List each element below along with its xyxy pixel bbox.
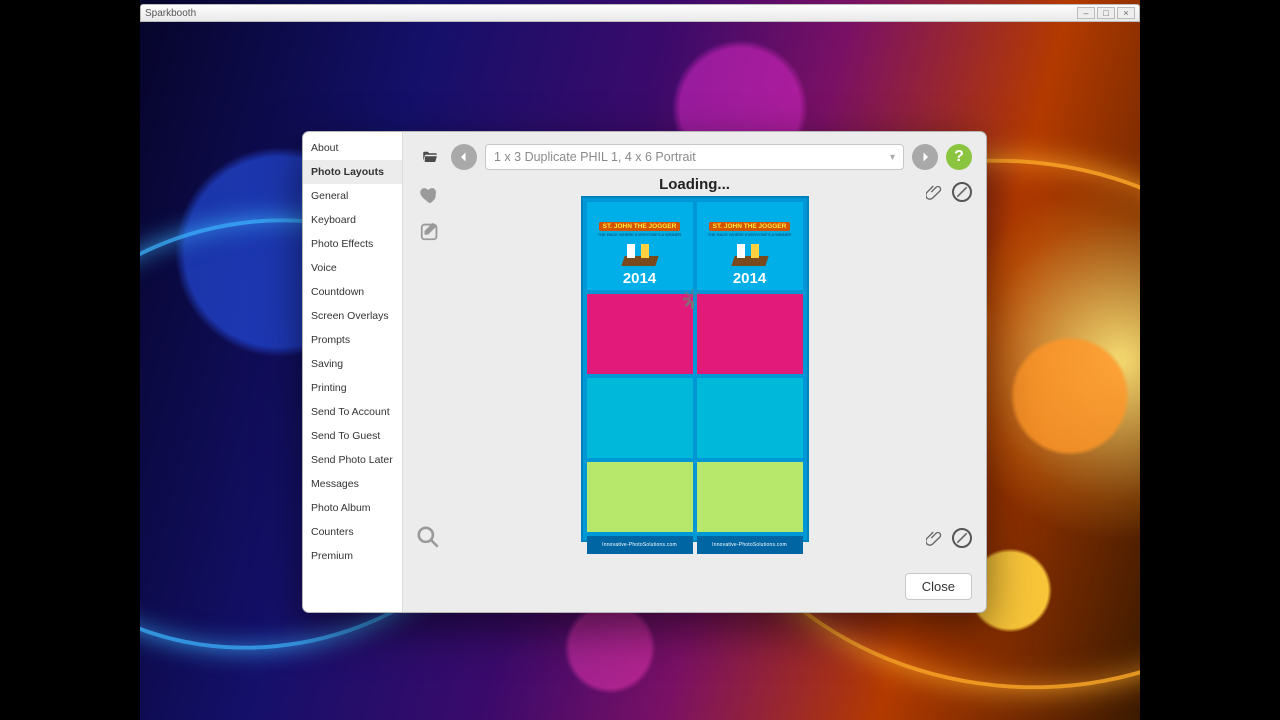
sidebar-item-counters[interactable]: Counters [303, 520, 402, 544]
preview-subtitle: THE RACE WHERE EVERYONE'S A WINNER [598, 232, 682, 237]
folder-open-icon[interactable] [417, 144, 443, 170]
sidebar-item-general[interactable]: General [303, 184, 402, 208]
preview-banner: ST. JOHN THE JOGGER [599, 222, 681, 231]
sidebar-item-voice[interactable]: Voice [303, 256, 402, 280]
preview-slot-2-right [697, 378, 803, 458]
clear-overlay-button[interactable] [952, 182, 972, 202]
preview-year: 2014 [623, 270, 656, 287]
sidebar-item-printing[interactable]: Printing [303, 376, 402, 400]
sidebar-item-send-photo-later[interactable]: Send Photo Later [303, 448, 402, 472]
titlebar[interactable]: Sparkbooth – □ × [140, 4, 1140, 22]
chevron-down-icon: ▾ [890, 152, 895, 163]
layout-select[interactable]: 1 x 3 Duplicate PHIL 1, 4 x 6 Portrait ▾ [485, 144, 904, 170]
sidebar-item-messages[interactable]: Messages [303, 472, 402, 496]
minimize-button[interactable]: – [1077, 7, 1095, 19]
search-button[interactable] [415, 524, 441, 555]
runner-illustration-icon [727, 240, 773, 268]
layout-side-tools [417, 182, 443, 244]
attach-overlay-button-2[interactable] [924, 528, 944, 548]
layout-preview: ST. JOHN THE JOGGER THE RACE WHERE EVERY… [581, 196, 809, 542]
close-button[interactable]: Close [905, 573, 972, 600]
preview-footer-left: Innovative-PhotoSolutions.com [587, 536, 693, 554]
edit-button[interactable] [417, 218, 443, 244]
clear-overlay-button-2[interactable] [952, 528, 972, 548]
sidebar-item-photo-album[interactable]: Photo Album [303, 496, 402, 520]
preview-footer-right: Innovative-PhotoSolutions.com [697, 536, 803, 554]
layout-panel: 1 x 3 Duplicate PHIL 1, 4 x 6 Portrait ▾… [403, 132, 986, 612]
maximize-button[interactable]: □ [1097, 7, 1115, 19]
sidebar-item-prompts[interactable]: Prompts [303, 328, 402, 352]
sidebar-item-photo-layouts[interactable]: Photo Layouts [303, 160, 402, 184]
preview-slot-3-right [697, 462, 803, 532]
runner-illustration-icon [617, 240, 663, 268]
letterbox-left [0, 0, 140, 720]
preview-header-right: ST. JOHN THE JOGGER THE RACE WHERE EVERY… [697, 202, 803, 290]
next-layout-button[interactable] [912, 144, 938, 170]
sidebar-item-photo-effects[interactable]: Photo Effects [303, 232, 402, 256]
letterbox-right [1140, 0, 1280, 720]
preview-slot-2-left [587, 378, 693, 458]
sidebar-item-countdown[interactable]: Countdown [303, 280, 402, 304]
preferences-sidebar: About Photo Layouts General Keyboard Pho… [303, 132, 403, 612]
preview-slot-1-left [587, 294, 693, 374]
preview-slot-3-left [587, 462, 693, 532]
sidebar-item-send-to-guest[interactable]: Send To Guest [303, 424, 402, 448]
loading-label: Loading... [659, 176, 730, 193]
preview-banner: ST. JOHN THE JOGGER [709, 222, 791, 231]
preferences-dialog: About Photo Layouts General Keyboard Pho… [302, 131, 987, 613]
sidebar-item-premium[interactable]: Premium [303, 544, 402, 568]
prev-layout-button[interactable] [451, 144, 477, 170]
help-button[interactable]: ? [946, 144, 972, 170]
close-window-button[interactable]: × [1117, 7, 1135, 19]
sidebar-item-screen-overlays[interactable]: Screen Overlays [303, 304, 402, 328]
attach-overlay-button[interactable] [924, 182, 944, 202]
favorite-button[interactable] [417, 182, 443, 208]
sidebar-item-about[interactable]: About [303, 136, 402, 160]
preview-header-left: ST. JOHN THE JOGGER THE RACE WHERE EVERY… [587, 202, 693, 290]
sidebar-item-send-to-account[interactable]: Send To Account [303, 400, 402, 424]
layout-select-value: 1 x 3 Duplicate PHIL 1, 4 x 6 Portrait [494, 150, 696, 164]
sidebar-item-keyboard[interactable]: Keyboard [303, 208, 402, 232]
preview-year: 2014 [733, 270, 766, 287]
layout-toolbar: 1 x 3 Duplicate PHIL 1, 4 x 6 Portrait ▾… [417, 144, 972, 170]
preview-subtitle: THE RACE WHERE EVERYONE'S A WINNER [708, 232, 792, 237]
preview-slot-1-right [697, 294, 803, 374]
sidebar-item-saving[interactable]: Saving [303, 352, 402, 376]
app-title: Sparkbooth [145, 8, 1075, 19]
